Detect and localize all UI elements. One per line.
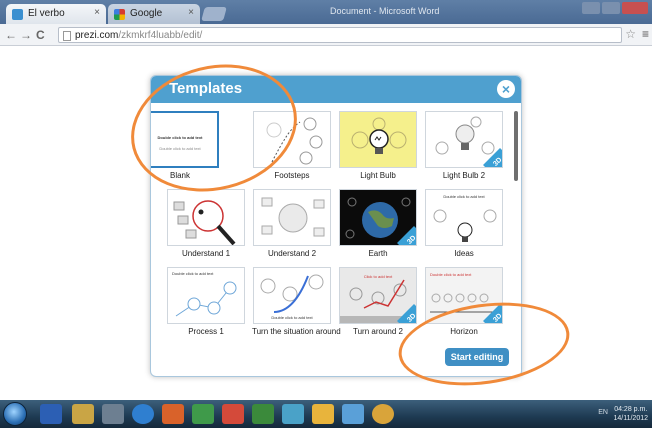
template-thumbnail: Click to add text 3D [339, 267, 417, 324]
template-tile-understand-1[interactable]: Understand 1 [166, 189, 246, 258]
address-bar[interactable]: prezi.com/zkmkrf4luabb/edit/ [58, 27, 622, 43]
template-tile-turn-the-situation-around[interactable]: Double click to add text Turn the situat… [252, 267, 341, 336]
clock-date: 14/11/2012 [613, 415, 648, 422]
template-name: Ideas [454, 249, 474, 258]
template-thumbnail [167, 189, 245, 246]
powerpoint-icon[interactable] [222, 404, 244, 424]
template-tile-light-bulb[interactable]: Light Bulb [338, 111, 418, 180]
bookmark-star-icon[interactable]: ☆ [625, 27, 636, 41]
back-arrow-icon[interactable]: ← [5, 28, 17, 42]
template-tile-understand-2[interactable]: Understand 2 [252, 189, 332, 258]
dialog-scrollbar[interactable] [514, 111, 518, 181]
template-thumbnail: 3D [339, 189, 417, 246]
template-thumbnail: 3D [425, 111, 503, 168]
maximize-button[interactable] [602, 2, 620, 14]
template-thumbnail [253, 189, 331, 246]
prezi-favicon-icon [12, 9, 23, 20]
paint-icon[interactable] [312, 404, 334, 424]
word-icon[interactable] [40, 404, 62, 424]
page-icon [63, 31, 71, 41]
template-tile-process-1[interactable]: Double click to add text Process 1 [166, 267, 246, 336]
desktop-screen: El verbo × Google × Document - Microsoft… [0, 0, 652, 428]
template-name: Light Bulb 2 [442, 171, 486, 180]
tab-close-icon[interactable]: × [188, 7, 194, 18]
windows-taskbar: EN 04:28 p.m. 14/11/2012 [0, 400, 652, 428]
media-player-icon[interactable] [162, 404, 184, 424]
google-favicon-icon [114, 9, 125, 20]
language-indicator[interactable]: EN [598, 409, 608, 416]
dialog-close-button[interactable]: × [497, 80, 515, 98]
taskbar-clock[interactable]: 04:28 p.m. 14/11/2012 [613, 405, 648, 423]
browser-tab-strip: El verbo × Google × Document - Microsoft… [0, 0, 652, 24]
template-name: Light Bulb [360, 171, 396, 180]
new-tab-button[interactable] [201, 7, 227, 21]
internet-explorer-icon[interactable] [132, 404, 154, 424]
template-name: Process 1 [188, 327, 224, 336]
template-thumbnail: Double click to add text [425, 189, 503, 246]
window-close-button[interactable] [622, 2, 648, 14]
tab-title: Google [130, 8, 163, 19]
url-domain: prezi.com [75, 30, 119, 41]
template-name: Turn the situation around [252, 327, 341, 336]
media-icon[interactable] [102, 404, 124, 424]
tab-el-verbo[interactable]: El verbo × [6, 4, 106, 24]
template-name: Understand 2 [267, 249, 317, 258]
template-tile-light-bulb-2[interactable]: 3D Light Bulb 2 [424, 111, 504, 180]
window-title: Document - Microsoft Word [330, 6, 440, 16]
tab-title: El verbo [28, 8, 65, 19]
tab-close-icon[interactable]: × [94, 7, 100, 18]
folder-icon[interactable] [72, 404, 94, 424]
clock-time: 04:28 p.m. [614, 406, 648, 413]
menu-icon[interactable]: ≡ [642, 27, 649, 41]
template-thumbnail [339, 111, 417, 168]
publisher-icon[interactable] [252, 404, 274, 424]
system-tray: EN [598, 409, 608, 416]
forward-arrow-icon[interactable]: → [20, 28, 32, 42]
template-thumbnail: Double click to add text [167, 267, 245, 324]
excel-icon[interactable] [192, 404, 214, 424]
tab-google[interactable]: Google × [108, 4, 200, 24]
messenger-icon[interactable] [342, 404, 364, 424]
url-path: /zkmkrf4luabb/edit/ [118, 30, 203, 41]
network-icon[interactable] [282, 404, 304, 424]
browser-toolbar: ← → C prezi.com/zkmkrf4luabb/edit/ ☆ ≡ [0, 24, 652, 46]
template-name: Understand 1 [181, 249, 231, 258]
window-controls [582, 2, 648, 14]
reload-icon[interactable]: C [36, 28, 45, 42]
windows-start-icon[interactable] [3, 402, 27, 426]
minimize-button[interactable] [582, 2, 600, 14]
template-name: Earth [368, 249, 388, 258]
template-tile-earth[interactable]: 3D Earth [338, 189, 418, 258]
template-tile-ideas[interactable]: Double click to add text Ideas [424, 189, 504, 258]
template-tile-turn-around-2[interactable]: Click to add text 3D Turn around 2 [338, 267, 418, 336]
template-thumbnail: Double click to add text [253, 267, 331, 324]
chrome-icon[interactable] [372, 404, 394, 424]
